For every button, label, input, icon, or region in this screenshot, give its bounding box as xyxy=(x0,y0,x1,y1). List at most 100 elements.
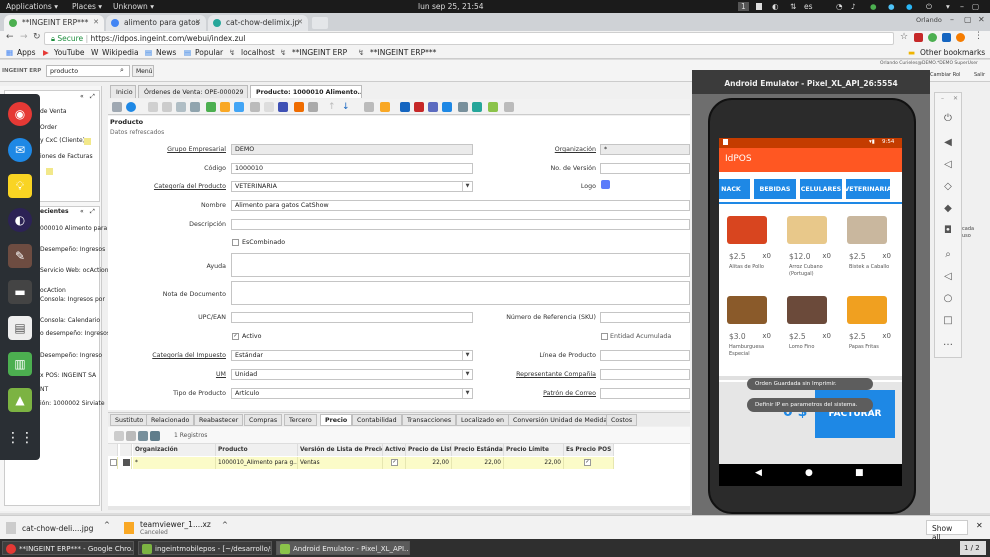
bookmark-localhost[interactable]: localhost xyxy=(241,48,275,57)
volume-down-icon[interactable]: ◁ xyxy=(941,159,955,173)
linea-producto-field[interactable] xyxy=(600,350,690,361)
help-icon[interactable] xyxy=(126,102,136,112)
note-icon[interactable] xyxy=(264,102,274,112)
image-icon[interactable] xyxy=(601,180,610,189)
recent-item[interactable]: Desempeño: Ingresos xyxy=(40,246,105,253)
back-icon[interactable]: ← xyxy=(6,32,14,42)
product-card[interactable]: $2.5 x0 Alitas de Pollo xyxy=(723,216,773,286)
tab-sustituto[interactable]: Sustituto xyxy=(110,414,149,426)
fav-item[interactable]: Order xyxy=(40,124,57,131)
back-icon[interactable]: ◁ xyxy=(941,271,955,285)
grid-header-producto[interactable]: Producto xyxy=(216,444,298,456)
no-version-field[interactable] xyxy=(600,163,690,174)
network-icon[interactable]: ⇅ xyxy=(790,2,796,11)
reload-icon[interactable]: ↻ xyxy=(33,32,41,42)
close-icon[interactable]: ✕ xyxy=(297,18,303,26)
edit-icon[interactable] xyxy=(123,459,130,466)
close-icon[interactable]: ✕ xyxy=(953,95,958,102)
chevron-down-icon[interactable]: ▼ xyxy=(462,389,472,398)
save-icon[interactable] xyxy=(176,102,186,112)
tipo-producto-select[interactable]: Artículo ▼ xyxy=(231,388,473,399)
organizacion-field[interactable]: * xyxy=(600,144,690,155)
label-patron-correo[interactable]: Patrón de Correo xyxy=(498,390,596,397)
grid-toggle-icon[interactable] xyxy=(278,102,288,112)
maximize-icon[interactable]: ▢ xyxy=(972,2,979,11)
extension-icon-1[interactable] xyxy=(914,33,923,42)
chevron-up-icon[interactable]: ^ xyxy=(222,521,228,529)
tab-contabilidad[interactable]: Contabilidad xyxy=(352,414,402,426)
expand-icon[interactable]: ⤢ xyxy=(90,208,95,216)
recent-item[interactable]: 000010 Alimento para xyxy=(40,225,107,232)
nav-recents-icon[interactable]: ■ xyxy=(855,468,864,478)
export-icon[interactable] xyxy=(488,102,498,112)
bookmark-erp-1[interactable]: **INGEINT ERP xyxy=(292,48,347,57)
grid-header-select[interactable] xyxy=(108,444,118,456)
bookmark-popular[interactable]: Popular xyxy=(195,48,223,57)
delete-row-icon[interactable] xyxy=(138,431,148,441)
find-icon[interactable] xyxy=(220,102,230,112)
activo-checkbox[interactable]: ✓ xyxy=(232,333,239,340)
recent-item[interactable]: NT xyxy=(40,386,48,393)
um-select[interactable]: Unidad ▼ xyxy=(231,369,473,380)
zoom-icon[interactable]: ⌕ xyxy=(941,249,955,263)
delete-icon[interactable] xyxy=(190,102,200,112)
new-record-icon[interactable] xyxy=(148,102,158,112)
workspace-pager[interactable]: 1 / 2 xyxy=(960,541,986,555)
label-organizacion[interactable]: Organización xyxy=(498,146,596,153)
tab-transacciones[interactable]: Transacciones xyxy=(402,414,457,426)
recent-item[interactable]: Servicio Web: ocAction xyxy=(40,267,109,274)
power-menu-icon[interactable]: ▾ xyxy=(946,2,950,11)
extension-icon-3[interactable] xyxy=(942,33,951,42)
tab-producto[interactable]: Producto: 1000010 Alimento... xyxy=(250,85,362,98)
cell-organizacion[interactable]: * xyxy=(133,457,216,469)
forward-icon[interactable]: → xyxy=(20,32,28,42)
menu-button[interactable]: Menú xyxy=(132,65,154,77)
star-icon[interactable]: ☆ xyxy=(900,32,908,42)
close-icon[interactable]: ✕ xyxy=(195,18,201,26)
recent-item[interactable]: Desempeño: Ingreso xyxy=(40,352,102,359)
cell-producto[interactable]: 1000010_Alimento para g... xyxy=(216,457,298,469)
task-chrome[interactable]: **INGEINT ERP*** - Google Chro... xyxy=(2,541,134,555)
chrome-icon[interactable]: ◉ xyxy=(8,102,32,126)
product-card[interactable]: $2.5 x0 Papas Fritas xyxy=(843,296,893,366)
minimize-icon[interactable]: – xyxy=(960,2,964,11)
chevron-down-icon[interactable]: ▼ xyxy=(462,351,472,360)
post-it-icon[interactable] xyxy=(504,102,514,112)
category-bebidas[interactable]: BEBIDAS xyxy=(753,178,797,200)
language-indicator[interactable]: es xyxy=(804,2,813,11)
no-referencia-field[interactable] xyxy=(600,312,690,323)
save-row-icon[interactable] xyxy=(150,431,160,441)
extension-icon-2[interactable] xyxy=(928,33,937,42)
row-select-cell[interactable] xyxy=(108,457,118,469)
url-input[interactable]: 🔒︎ Secure | https://idpos.ingeint.com/we… xyxy=(44,32,894,45)
label-categoria-impuesto[interactable]: Categoría del Impuesto xyxy=(128,352,226,359)
product-card[interactable]: $12.0 x0 Arroz Cubano (Portugal) xyxy=(783,216,833,286)
bookmark-erp-2[interactable]: **INGEINT ERP*** xyxy=(370,48,436,57)
tab-reabastecer[interactable]: Reabastecer xyxy=(194,414,244,426)
applications-menu[interactable]: Applications ▾ xyxy=(6,2,58,11)
task-android-studio[interactable]: ingeintmobilepos - [~/desarrollo/s... xyxy=(138,541,272,555)
files-icon[interactable]: ▤ xyxy=(8,316,32,340)
chevron-down-icon[interactable]: ▼ xyxy=(462,182,472,191)
download-item-image[interactable]: cat-chow-deli....jpg xyxy=(4,519,114,537)
tab-relacionado[interactable]: Relacionado xyxy=(146,414,195,426)
nav-back-icon[interactable]: ◀ xyxy=(755,468,762,478)
extension-icon-4[interactable] xyxy=(956,33,965,42)
new-row-icon[interactable] xyxy=(114,431,124,441)
activo-cell-checkbox[interactable]: ✓ xyxy=(391,459,398,466)
archive-icon[interactable] xyxy=(380,102,390,112)
collapse-icon[interactable]: « xyxy=(80,208,84,215)
tab-precio[interactable]: Precio xyxy=(320,414,353,426)
minimize-icon[interactable]: – xyxy=(941,95,944,102)
grid-header-organizacion[interactable]: Organización xyxy=(133,444,216,456)
close-icon[interactable]: ✕ xyxy=(93,18,99,26)
more-icon[interactable]: … xyxy=(941,337,955,351)
gimp-icon[interactable]: ✎ xyxy=(8,244,32,268)
tab-localizado-en[interactable]: Localizado en xyxy=(456,414,509,426)
attachment-icon[interactable] xyxy=(250,102,260,112)
places-menu[interactable]: Places ▾ xyxy=(72,2,102,11)
recent-item[interactable]: o desempeño: Ingresos xyxy=(40,330,110,337)
nav-home-icon[interactable]: ● xyxy=(805,468,813,478)
logout-link[interactable]: Salir xyxy=(974,72,985,78)
idea-icon[interactable]: 💡︎ xyxy=(8,174,32,198)
